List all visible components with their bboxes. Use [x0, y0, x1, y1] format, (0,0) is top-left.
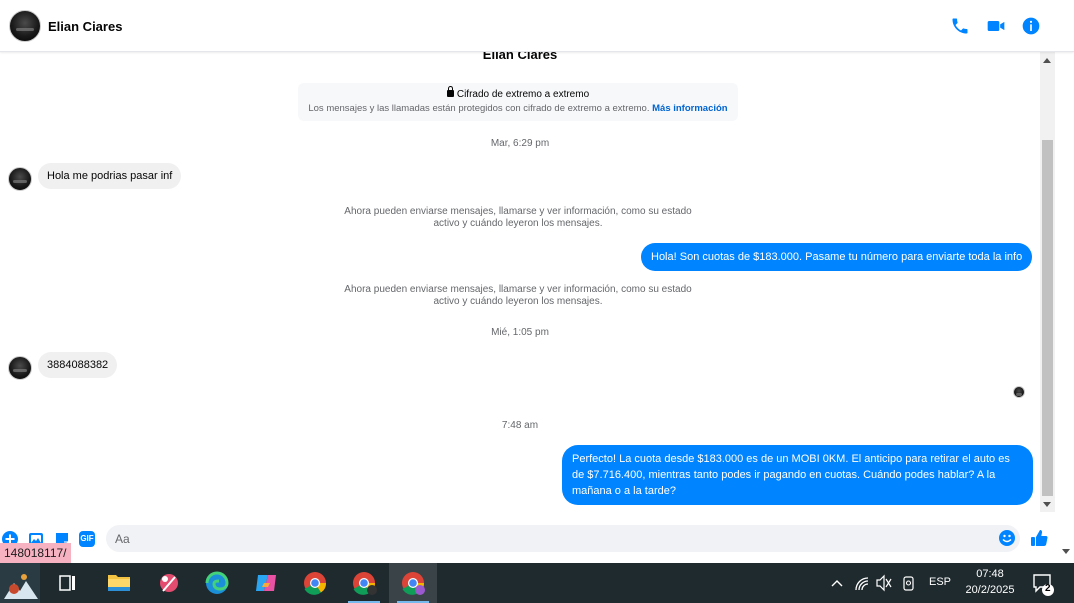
windows-taskbar: ESP 07:48 20/2/2025 2	[0, 563, 1074, 603]
message-input-box[interactable]	[106, 525, 1020, 552]
chrome-icon[interactable]	[291, 563, 339, 603]
phone-icon[interactable]	[950, 16, 970, 36]
encryption-description: Los mensajes y las llamadas están proteg…	[308, 103, 650, 114]
chevron-up-icon[interactable]	[829, 563, 845, 603]
scrollbar-thumb[interactable]	[1042, 140, 1053, 496]
sender-avatar[interactable]	[8, 167, 32, 191]
contact-avatar[interactable]	[9, 10, 41, 42]
status-url-tooltip: 148018117/	[0, 543, 71, 563]
system-notice: Ahora pueden enviarse mensajes, llamarse…	[344, 284, 692, 307]
clock-date: 20/2/2025	[965, 584, 1015, 596]
timestamp: Mar, 6:29 pm	[490, 138, 550, 149]
scroll-up-arrow-icon[interactable]	[1043, 58, 1051, 63]
chrome-active-icon[interactable]	[389, 563, 437, 603]
more-info-link[interactable]: Más información	[652, 103, 728, 114]
timestamp: 7:48 am	[501, 420, 539, 431]
emoji-icon[interactable]	[999, 530, 1015, 546]
timestamp: Mié, 1:05 pm	[491, 327, 549, 338]
notification-count: 2	[1045, 583, 1051, 594]
lock-icon	[446, 86, 454, 97]
contact-name[interactable]: Elian Ciares	[48, 19, 122, 34]
snipping-tool-icon[interactable]	[145, 563, 193, 603]
incoming-message[interactable]: Hola me podrias pasar inf	[38, 163, 182, 189]
notification-center[interactable]: 2	[1031, 563, 1055, 603]
message-list[interactable]: Elian Ciares Cifrado de extremo a extrem…	[0, 52, 1040, 512]
edge-icon[interactable]	[193, 563, 241, 603]
thumbs-up-icon[interactable]	[1030, 529, 1048, 547]
gif-icon[interactable]: GIF	[79, 531, 95, 547]
scrollbar[interactable]	[1040, 52, 1055, 512]
scroll-down-arrow-icon[interactable]	[1062, 549, 1070, 554]
clock-time: 07:48	[976, 568, 1004, 580]
encryption-notice: Cifrado de extremo a extremo Los mensaje…	[298, 83, 738, 121]
chat-header: Elian Ciares	[0, 0, 1074, 52]
wifi-icon[interactable]	[853, 563, 871, 603]
scroll-down-arrow-icon[interactable]	[1043, 502, 1051, 507]
task-view-icon[interactable]	[44, 563, 92, 603]
video-camera-icon[interactable]	[986, 16, 1006, 36]
file-explorer-icon[interactable]	[95, 563, 143, 603]
speaker-muted-icon[interactable]	[875, 563, 893, 603]
seen-indicator-avatar	[1013, 386, 1025, 398]
sender-avatar[interactable]	[8, 356, 32, 380]
conversation-title: Elian Ciares	[482, 52, 558, 62]
screen: Elian Ciares Elian Ciares Cifrado de ext…	[0, 0, 1074, 603]
camera-icon[interactable]	[900, 563, 918, 603]
encryption-title: Cifrado de extremo a extremo	[456, 89, 590, 100]
chrome-profile-icon[interactable]	[340, 563, 388, 603]
composer: GIF	[0, 512, 1074, 564]
message-input[interactable]	[106, 525, 986, 552]
incoming-message[interactable]: 3884088382	[38, 352, 118, 378]
info-icon[interactable]	[1021, 16, 1041, 36]
start-icon[interactable]	[0, 563, 48, 603]
notification-icon	[1033, 574, 1054, 596]
outgoing-message[interactable]: Hola! Son cuotas de $183.000. Pasame tu …	[641, 243, 1033, 271]
outgoing-message[interactable]: Perfecto! La cuota desde $183.000 es de …	[562, 445, 1033, 505]
system-clock[interactable]: 07:48 20/2/2025	[955, 566, 1025, 598]
system-notice: Ahora pueden enviarse mensajes, llamarse…	[344, 206, 692, 229]
language-indicator[interactable]: ESP	[929, 576, 951, 588]
copilot-icon[interactable]	[242, 563, 290, 603]
